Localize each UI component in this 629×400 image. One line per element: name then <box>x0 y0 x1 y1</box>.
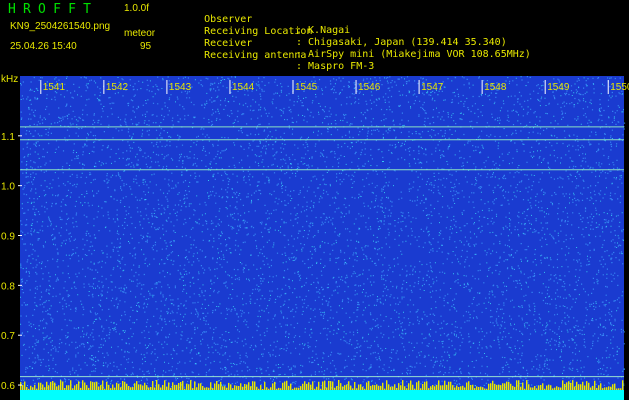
y-axis-ticks: 1.1 1.0 0.9 0.8 0.7 0.6 <box>1 132 22 392</box>
x-tick-label: 1542 <box>106 82 129 93</box>
spectrogram: 1541 1542 1543 1544 1545 1546 1547 1548 1549 1550… <box>1 76 629 400</box>
header-panel: HROFFT 1.0.0f KN9_2504261540.png meteor … <box>0 0 629 76</box>
info-value: : Maspro FM-3 <box>296 61 375 72</box>
info-label: Receiving antenna <box>204 50 307 61</box>
datetime-label: 25.04.26 15:40 <box>10 41 77 52</box>
x-tick-label: 1544 <box>232 82 255 93</box>
x-tick-label: 1549 <box>547 82 570 93</box>
y-tick-label: 1.1 <box>1 132 15 143</box>
x-tick-label: 1546 <box>358 82 381 93</box>
bottom-bar <box>20 390 624 400</box>
info-value: : Chigasaki, Japan (139.414 35.340) <box>296 37 507 48</box>
app-title: HROFFT <box>8 2 99 17</box>
x-tick-label: 1550 <box>610 82 629 93</box>
mode-label: meteor <box>124 28 156 39</box>
x-tick-label: 1543 <box>169 82 192 93</box>
spectrogram-background <box>20 76 624 400</box>
version-label: 1.0.0f <box>124 3 150 14</box>
y-tick-label: 0.8 <box>1 281 15 292</box>
y-tick-label: 1.0 <box>1 182 15 193</box>
y-tick-label: 0.7 <box>1 331 15 342</box>
x-tick-label: 1548 <box>484 82 507 93</box>
info-value: : AirSpy mini (Miakejima VOR 108.65MHz) <box>296 49 531 60</box>
y-tick-label: 0.6 <box>1 381 15 392</box>
filename-label: KN9_2504261540.png <box>10 21 111 32</box>
count-label: 95 <box>140 41 152 52</box>
y-tick-label: 0.9 <box>1 232 15 243</box>
x-tick-label: 1541 <box>43 82 66 93</box>
x-tick-label: 1545 <box>295 82 318 93</box>
x-tick-label: 1547 <box>421 82 444 93</box>
